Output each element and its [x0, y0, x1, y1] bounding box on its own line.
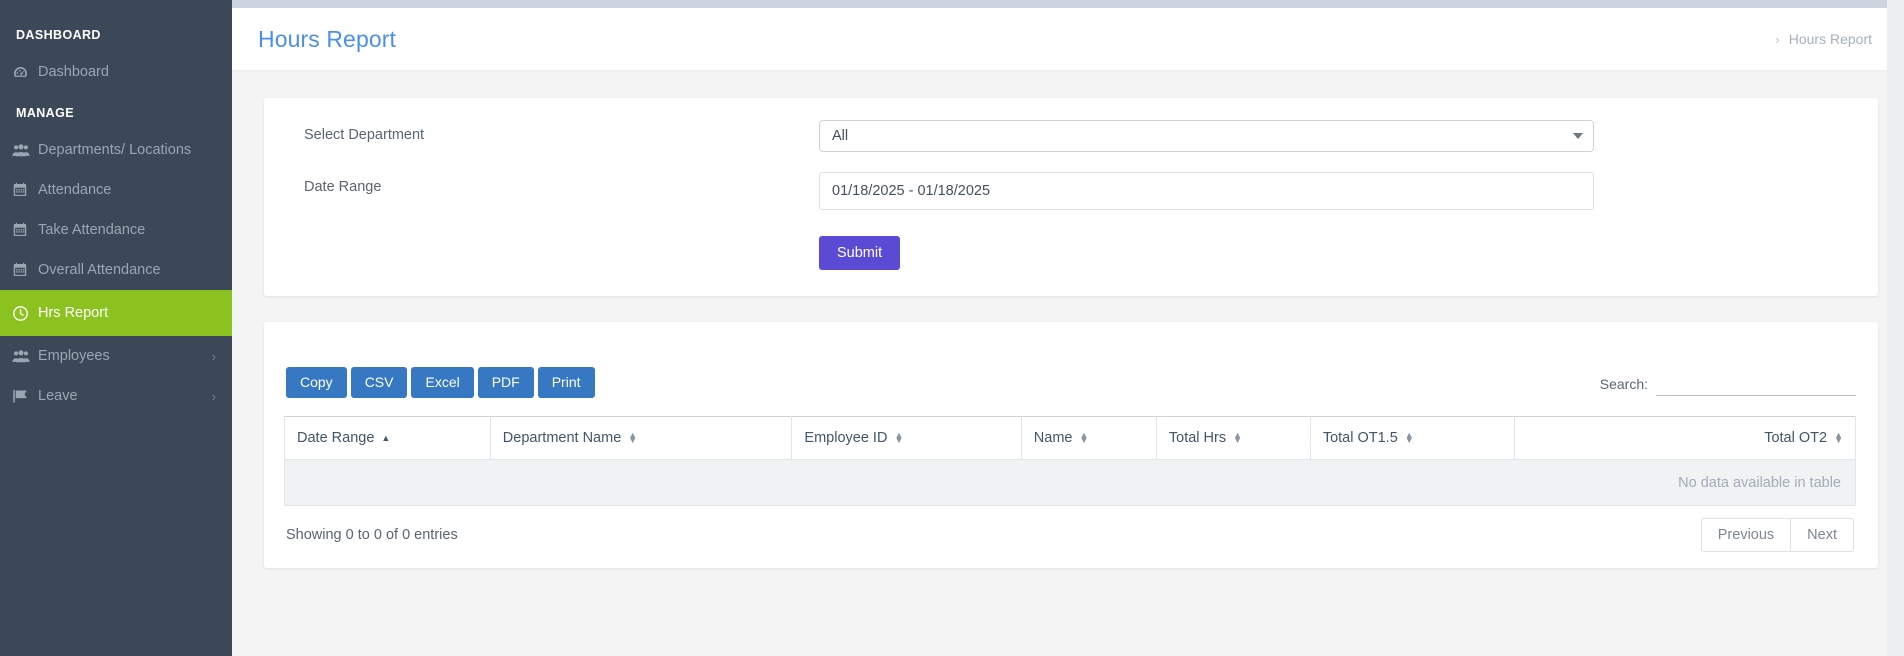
empty-table-message: No data available in table [284, 459, 1856, 506]
export-buttons-group: Copy CSV Excel PDF Print [284, 367, 595, 398]
search-area: Search: [1600, 371, 1856, 398]
sort-both-icon: ▲ ▼ [1834, 429, 1843, 446]
calendar-icon [12, 222, 38, 238]
column-label: Department Name [502, 430, 622, 446]
column-header-department-name[interactable]: Department Name ▲ ▼ [489, 416, 793, 460]
column-header-name[interactable]: Name ▲ ▼ [1020, 416, 1157, 460]
sidebar-item-leave[interactable]: Leave › [0, 376, 232, 416]
page-scrollbar[interactable] [1887, 0, 1904, 656]
hours-report-table-card: Copy CSV Excel PDF Print Search: Date Ra… [264, 322, 1878, 568]
copy-button[interactable]: Copy [286, 367, 347, 398]
calendar-icon [12, 262, 38, 278]
sidebar-item-label: Leave [38, 388, 78, 404]
print-button[interactable]: Print [537, 367, 595, 398]
main-area: Hours Report › Hours Report Select Depar… [232, 0, 1904, 656]
breadcrumb-current: Hours Report [1788, 31, 1872, 47]
sidebar-section-title-manage: MANAGE [16, 106, 74, 120]
search-label: Search: [1599, 375, 1648, 392]
column-label: Total Hrs [1168, 430, 1227, 446]
hours-report-table: Date Range ▲ Department Name ▲ ▼ Employee I… [284, 416, 1856, 506]
breadcrumb-separator-icon: › [1775, 31, 1780, 47]
sidebar-section-title-dashboard: DASHBOARD [16, 28, 101, 42]
page-title: Hours Report [258, 25, 396, 52]
submit-spacer [284, 236, 819, 243]
sidebar-item-label: Attendance [38, 182, 112, 198]
csv-button[interactable]: CSV [350, 367, 408, 398]
date-range-control-wrap: 01/18/2025 - 01/18/2025 [819, 172, 1594, 210]
column-header-total-ot15[interactable]: Total OT1.5 ▲ ▼ [1309, 416, 1516, 460]
column-header-total-ot2[interactable]: Total OT2 ▲ ▼ [1514, 416, 1856, 460]
breadcrumb: › Hours Report [1775, 31, 1872, 47]
department-control-wrap: All [819, 120, 1594, 152]
column-label: Name [1033, 430, 1073, 446]
date-range-form-row: Date Range 01/18/2025 - 01/18/2025 [284, 172, 1848, 210]
sort-both-icon: ▲ ▼ [894, 429, 904, 446]
department-label: Select Department [304, 127, 425, 143]
column-header-employee-id[interactable]: Employee ID ▲ ▼ [791, 416, 1022, 460]
sidebar-item-label: Departments/ Locations [38, 142, 192, 158]
sidebar-item-hrs-report[interactable]: Hrs Report [0, 290, 232, 336]
calendar-icon [12, 182, 38, 198]
table-toolbar: Copy CSV Excel PDF Print Search: [284, 360, 1856, 398]
users-group-icon [12, 143, 38, 158]
page-content: Select Department All Date Range 01/18/2… [232, 70, 1904, 568]
flag-icon [12, 388, 38, 404]
column-label: Employee ID [804, 430, 888, 446]
previous-page-button[interactable]: Previous [1700, 518, 1792, 552]
table-empty-row: No data available in table [284, 459, 1856, 506]
table-header-row: Date Range ▲ Department Name ▲ ▼ Employee I… [284, 416, 1856, 460]
sidebar-item-take-attendance[interactable]: Take Attendance [0, 210, 232, 250]
sort-both-icon: ▲ ▼ [1233, 429, 1243, 446]
sort-ascending-icon: ▲ [381, 433, 391, 444]
date-range-label: Date Range [304, 179, 382, 195]
sidebar-item-label: Employees [38, 348, 110, 364]
chevron-down-icon [1573, 133, 1583, 139]
submit-form-row: Submit [284, 236, 1848, 270]
column-header-total-hrs[interactable]: Total Hrs ▲ ▼ [1155, 416, 1311, 460]
sidebar-item-label: Take Attendance [38, 222, 146, 238]
date-range-input[interactable]: 01/18/2025 - 01/18/2025 [819, 172, 1594, 210]
pagination: Previous Next [1700, 518, 1854, 552]
column-header-date-range[interactable]: Date Range ▲ [284, 416, 491, 460]
sidebar-item-label: Overall Attendance [38, 262, 161, 278]
sidebar-item-dashboard[interactable]: Dashboard [0, 52, 232, 92]
pdf-button[interactable]: PDF [477, 367, 534, 398]
users-group-icon [12, 349, 38, 364]
dashboard-gauge-icon [12, 64, 38, 81]
chevron-right-icon: › [211, 388, 216, 404]
search-input[interactable] [1656, 371, 1856, 396]
sidebar-item-label: Hrs Report [38, 305, 109, 321]
top-strip [232, 0, 1904, 8]
sidebar-item-employees[interactable]: Employees › [0, 336, 232, 376]
department-select[interactable]: All [819, 120, 1594, 152]
sidebar-item-overall-attendance[interactable]: Overall Attendance [0, 250, 232, 290]
column-label: Total OT2 [1764, 430, 1828, 446]
sort-both-icon: ▲ ▼ [628, 429, 638, 446]
submit-button[interactable]: Submit [819, 236, 901, 270]
app-root: DASHBOARD Dashboard MANAGE Departments/ … [0, 0, 1904, 656]
excel-button[interactable]: Excel [411, 367, 474, 398]
department-select-value: All [832, 128, 849, 144]
sidebar-item-label: Dashboard [38, 64, 109, 80]
sidebar: DASHBOARD Dashboard MANAGE Departments/ … [0, 0, 232, 656]
date-range-value: 01/18/2025 - 01/18/2025 [832, 183, 991, 199]
chevron-right-icon: › [211, 348, 216, 364]
clock-icon [12, 305, 38, 322]
submit-control-wrap: Submit [819, 236, 1594, 270]
sidebar-item-departments-locations[interactable]: Departments/ Locations [0, 130, 232, 170]
table-footer: Showing 0 to 0 of 0 entries Previous Nex… [284, 518, 1856, 552]
sort-both-icon: ▲ ▼ [1404, 429, 1414, 446]
next-page-button[interactable]: Next [1791, 518, 1854, 552]
column-label: Total OT1.5 [1322, 430, 1398, 446]
column-label: Date Range [297, 430, 375, 446]
filter-form-card: Select Department All Date Range 01/18/2… [264, 98, 1878, 296]
page-header: Hours Report › Hours Report [232, 8, 1904, 70]
sidebar-item-attendance[interactable]: Attendance [0, 170, 232, 210]
table-info-text: Showing 0 to 0 of 0 entries [286, 527, 458, 543]
department-form-row: Select Department All [284, 120, 1848, 152]
sort-both-icon: ▲ ▼ [1079, 429, 1089, 446]
